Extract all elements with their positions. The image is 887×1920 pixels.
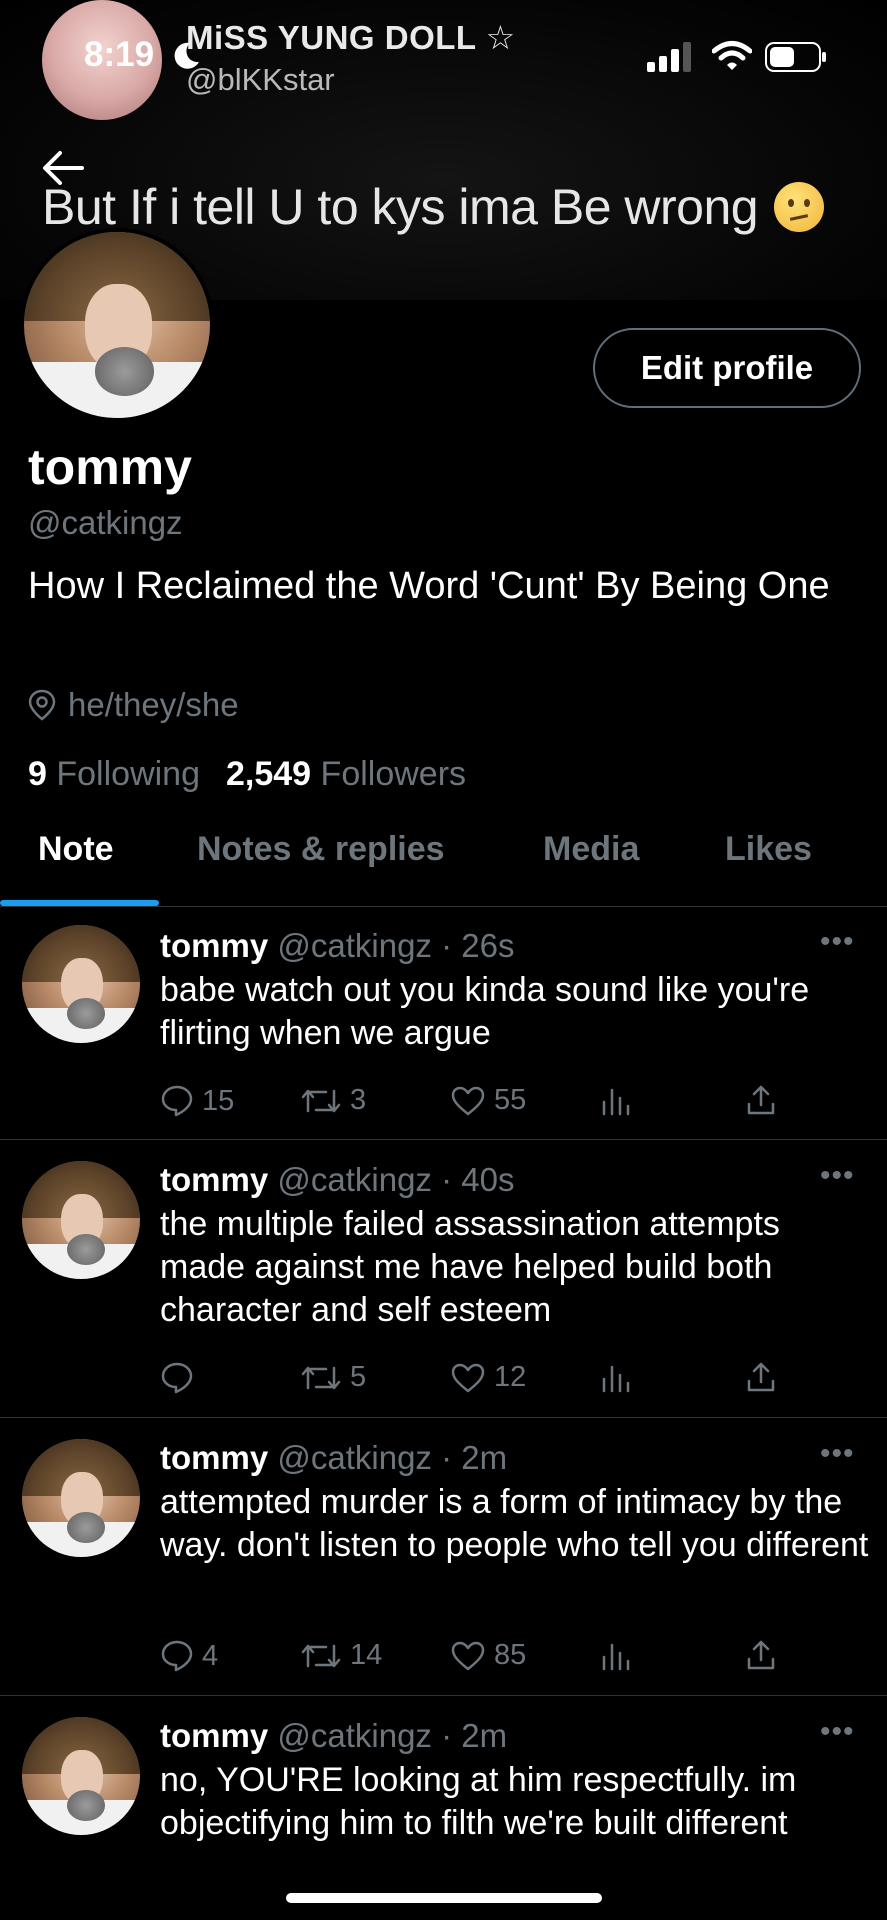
reply-icon (161, 1085, 193, 1117)
reply-button[interactable]: 4 (160, 1639, 218, 1673)
tab-note[interactable]: Note (38, 830, 114, 869)
moon-icon (174, 42, 199, 69)
reply-button[interactable] (160, 1361, 202, 1395)
edit-profile-button[interactable]: Edit profile (593, 328, 861, 408)
tweet-text: the multiple failed assassination attemp… (160, 1205, 780, 1329)
tweet-header: tommy @catkingz · 26s (160, 927, 514, 965)
tweet-header: tommy @catkingz · 40s (160, 1161, 514, 1199)
tweet-meta: @catkingz · 2m (277, 1717, 508, 1754)
heart-icon (451, 1363, 485, 1392)
heart-icon (451, 1641, 485, 1670)
tweet-actions: 4 14 85 (160, 1639, 800, 1679)
display-name: tommy (28, 439, 192, 495)
tab-notes-replies[interactable]: Notes & replies (197, 830, 445, 869)
tweet-avatar[interactable] (22, 1439, 140, 1557)
profile-bio: How I Reclaimed the Word 'Cunt' By Being… (28, 565, 830, 607)
tweet-author: tommy (160, 1161, 269, 1198)
tweet-text: no, YOU'RE looking at him respectfully. … (160, 1761, 797, 1842)
more-options-icon[interactable]: ••• (820, 1715, 855, 1749)
like-button[interactable]: 85 (450, 1639, 526, 1672)
back-arrow-icon[interactable] (42, 150, 84, 186)
banner-name: MiSS YUNG DOLL ☆ (186, 19, 516, 56)
analytics-icon (602, 1643, 630, 1671)
share-button[interactable] (745, 1639, 785, 1671)
tweet-meta: @catkingz · 2m (277, 1439, 508, 1476)
location-pin-icon (28, 689, 56, 721)
heart-icon (451, 1086, 485, 1115)
location-text: he/they/she (68, 686, 239, 723)
tweet-actions: 15 3 55 (160, 1084, 800, 1124)
share-button[interactable] (745, 1084, 785, 1116)
tweet-avatar[interactable] (22, 1717, 140, 1835)
more-options-icon[interactable]: ••• (820, 1159, 855, 1193)
analytics-icon (602, 1365, 630, 1393)
followers-link[interactable]: 2,549 Followers (226, 755, 466, 793)
retweet-icon (301, 1644, 341, 1667)
tweet-author: tommy (160, 927, 269, 964)
more-options-icon[interactable]: ••• (820, 1437, 855, 1471)
reply-icon (161, 1362, 193, 1394)
home-indicator[interactable] (286, 1893, 602, 1903)
profile-avatar[interactable] (20, 228, 214, 422)
status-time: 8:19 (84, 35, 155, 74)
following-link[interactable]: 9 Following (28, 755, 200, 793)
tweet-meta: @catkingz · 40s (277, 1161, 515, 1198)
more-options-icon[interactable]: ••• (820, 925, 855, 959)
share-button[interactable] (745, 1361, 785, 1393)
profile-handle: @catkingz (28, 504, 183, 541)
retweet-icon (301, 1366, 341, 1389)
tweet[interactable]: tommy @catkingz · 40s ••• the multiple f… (0, 1139, 887, 1418)
retweet-button[interactable]: 14 (300, 1639, 382, 1672)
profile-location: he/they/she (28, 686, 239, 724)
tweet-actions: 5 12 (160, 1361, 800, 1401)
confused-face-icon (774, 182, 825, 232)
share-icon (747, 1362, 775, 1392)
analytics-button[interactable] (600, 1361, 640, 1393)
wifi-icon (712, 41, 752, 70)
tweet-author: tommy (160, 1717, 269, 1754)
tweet-avatar[interactable] (22, 1161, 140, 1279)
tweet-avatar[interactable] (22, 925, 140, 1043)
like-button[interactable]: 55 (450, 1084, 526, 1117)
share-icon (747, 1085, 775, 1115)
follow-stats: 9 Following 2,549 Followers (28, 755, 466, 794)
banner-handle: @blKKstar (186, 62, 335, 97)
tweet-text: attempted murder is a form of intimacy b… (160, 1483, 869, 1564)
reply-button[interactable]: 15 (160, 1084, 234, 1118)
tweet[interactable]: tommy @catkingz · 2m ••• attempted murde… (0, 1417, 887, 1696)
tweet-header: tommy @catkingz · 2m (160, 1439, 507, 1477)
share-icon (747, 1640, 775, 1670)
retweet-icon (301, 1089, 341, 1112)
reply-icon (161, 1640, 193, 1672)
analytics-button[interactable] (600, 1639, 640, 1671)
retweet-button[interactable]: 3 (300, 1084, 366, 1117)
analytics-icon (602, 1088, 630, 1116)
like-button[interactable]: 12 (450, 1361, 526, 1394)
tweet[interactable]: tommy @catkingz · 26s ••• babe watch out… (0, 907, 887, 1140)
tweet-text: babe watch out you kinda sound like you'… (160, 971, 810, 1052)
battery-icon (765, 42, 826, 72)
profile-tabs: Note Notes & replies Media Likes (0, 820, 887, 906)
retweet-button[interactable]: 5 (300, 1361, 366, 1394)
analytics-button[interactable] (600, 1084, 640, 1116)
tab-media[interactable]: Media (543, 830, 639, 869)
tab-likes[interactable]: Likes (725, 830, 812, 869)
tweet[interactable]: tommy @catkingz · 2m ••• no, YOU'RE look… (0, 1695, 887, 1920)
banner-text: But If i tell U to kys ima Be wrong (42, 178, 825, 236)
signal-icon (647, 42, 691, 72)
tweet-meta: @catkingz · 26s (277, 927, 515, 964)
tweet-header: tommy @catkingz · 2m (160, 1717, 507, 1755)
tweet-author: tommy (160, 1439, 269, 1476)
